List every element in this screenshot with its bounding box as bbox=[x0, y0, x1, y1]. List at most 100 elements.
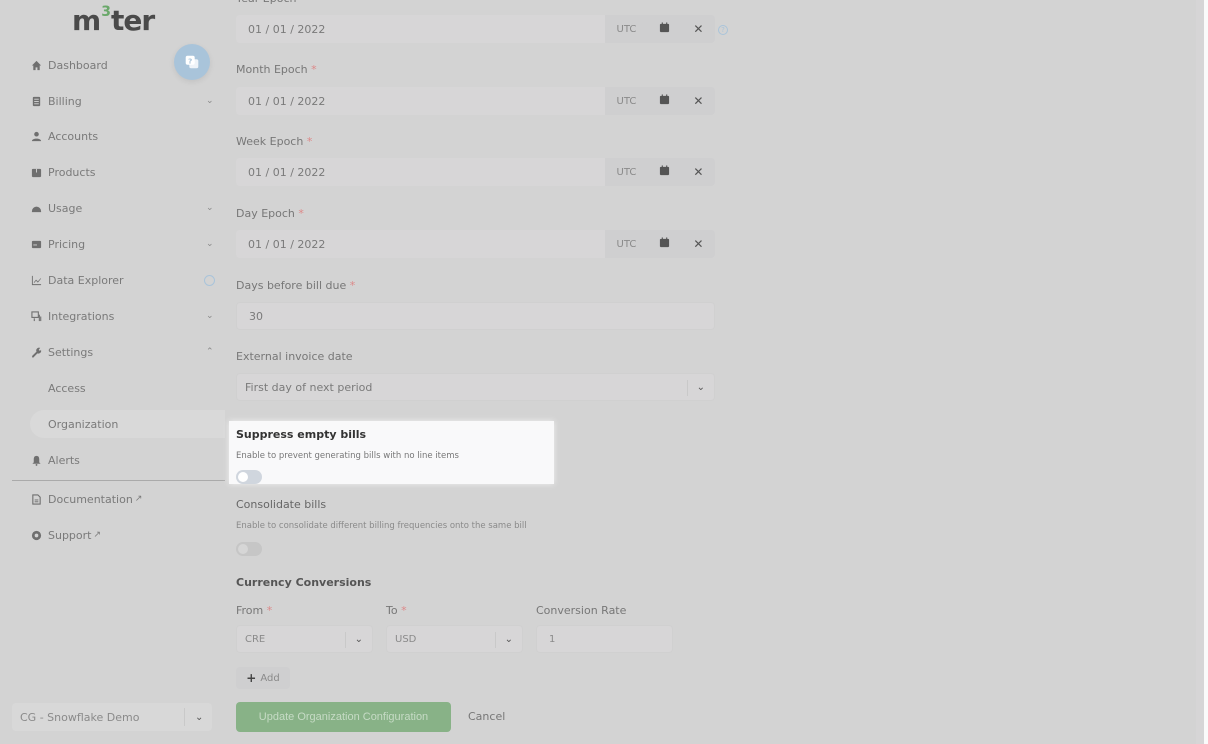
organization-select[interactable]: CG - Snowflake Demo ⌄ bbox=[12, 703, 212, 731]
week-epoch-value[interactable]: 01 / 01 / 2022 bbox=[236, 166, 605, 179]
sidebar-item-documentation[interactable]: Documentation ↗ bbox=[30, 487, 220, 511]
from-currency-select[interactable]: CRE ⌄ bbox=[236, 625, 373, 653]
logo-text-sup: 3 bbox=[101, 3, 111, 20]
sidebar-item-data-explorer[interactable]: Data Explorer bbox=[30, 268, 220, 292]
sidebar-item-products[interactable]: Products bbox=[30, 160, 220, 184]
add-label: Add bbox=[260, 672, 280, 684]
sidebar-item-label: Settings bbox=[48, 345, 94, 359]
calendar-icon[interactable] bbox=[659, 237, 670, 251]
sidebar-item-integrations[interactable]: Integrations ⌄ bbox=[30, 304, 220, 328]
external-invoice-date-select[interactable]: First day of next period ⌄ bbox=[236, 373, 715, 401]
sidebar-item-dashboard[interactable]: Dashboard bbox=[30, 53, 220, 77]
chevron-down-icon[interactable]: ⌄ bbox=[206, 311, 214, 321]
sidebar-item-label: Documentation bbox=[48, 492, 133, 506]
calendar-icon[interactable] bbox=[659, 22, 670, 36]
sidebar-item-billing[interactable]: Billing ⌄ bbox=[30, 89, 220, 113]
to-currency-select[interactable]: USD ⌄ bbox=[386, 625, 523, 653]
date-addon: UTC ✕ bbox=[605, 158, 715, 186]
conversion-rate-label: Conversion Rate bbox=[536, 604, 627, 617]
sidebar-item-settings[interactable]: Settings ⌃ bbox=[30, 340, 220, 364]
consolidate-bills-description: Enable to consolidate different billing … bbox=[236, 521, 527, 531]
cancel-button[interactable]: Cancel bbox=[468, 710, 505, 723]
from-currency-value: CRE bbox=[245, 633, 266, 645]
days-before-due-input[interactable]: 30 bbox=[236, 302, 715, 330]
chevron-down-icon[interactable]: ⌄ bbox=[206, 203, 214, 213]
timezone-label: UTC bbox=[616, 166, 637, 178]
required-mark: * bbox=[401, 604, 407, 617]
sidebar-item-accounts[interactable]: Accounts bbox=[30, 124, 220, 148]
sidebar-item-label: Billing bbox=[48, 94, 82, 108]
suppress-empty-bills-toggle[interactable] bbox=[236, 470, 262, 484]
chevron-up-icon[interactable]: ⌃ bbox=[206, 347, 214, 357]
clear-icon[interactable]: ✕ bbox=[693, 165, 703, 179]
sidebar-item-label: Integrations bbox=[48, 309, 115, 323]
organization-select-value: CG - Snowflake Demo bbox=[20, 710, 140, 724]
sidebar-item-label: Products bbox=[48, 165, 96, 179]
external-invoice-date-label: External invoice date bbox=[236, 350, 353, 363]
currency-conversions-title: Currency Conversions bbox=[236, 576, 372, 589]
year-epoch-label: Year Epoch bbox=[236, 0, 296, 5]
suppress-empty-bills-label: Suppress empty bills bbox=[236, 428, 367, 441]
sidebar-item-label: Usage bbox=[48, 201, 83, 215]
help-icon[interactable]: ? bbox=[718, 25, 728, 35]
month-epoch-value[interactable]: 01 / 01 / 2022 bbox=[236, 95, 605, 108]
calendar-icon[interactable] bbox=[659, 94, 670, 108]
sidebar-subitem-organization[interactable]: Organization bbox=[48, 418, 118, 431]
external-link-icon: ↗ bbox=[93, 530, 102, 540]
plus-icon: + bbox=[246, 671, 257, 685]
chevron-down-icon[interactable]: ⌄ bbox=[206, 96, 214, 106]
sidebar-subitem-access[interactable]: Access bbox=[48, 382, 86, 395]
to-currency-value: USD bbox=[395, 633, 417, 645]
day-epoch-label: Day Epoch * bbox=[236, 207, 304, 220]
required-mark: * bbox=[306, 135, 313, 148]
calendar-icon[interactable] bbox=[659, 165, 670, 179]
update-organization-configuration-button[interactable]: Update Organization Configuration bbox=[236, 702, 451, 732]
week-epoch-label: Week Epoch * bbox=[236, 135, 312, 148]
to-label: To * bbox=[386, 604, 407, 617]
consolidate-bills-toggle[interactable] bbox=[236, 542, 262, 556]
user-icon bbox=[30, 130, 42, 142]
sidebar-item-label: Alerts bbox=[48, 453, 80, 467]
days-before-due-label: Days before bill due * bbox=[236, 279, 355, 292]
m3ter-logo[interactable]: m3ter bbox=[72, 3, 155, 37]
logo-text-pre: m bbox=[72, 4, 101, 37]
chevron-down-icon: ⌄ bbox=[195, 711, 204, 723]
info-icon[interactable] bbox=[204, 274, 215, 286]
sidebar-item-alerts[interactable]: Alerts bbox=[30, 448, 220, 472]
month-epoch-field[interactable]: 01 / 01 / 2022 UTC ✕ bbox=[236, 87, 715, 115]
logo-text-post: ter bbox=[110, 4, 155, 37]
day-epoch-value[interactable]: 01 / 01 / 2022 bbox=[236, 238, 605, 251]
chevron-down-icon: ⌄ bbox=[504, 633, 513, 645]
sidebar-item-support[interactable]: Support ↗ bbox=[30, 523, 220, 547]
scrollbar-track[interactable] bbox=[1196, 0, 1204, 744]
clear-icon[interactable]: ✕ bbox=[693, 94, 703, 108]
clear-icon[interactable]: ✕ bbox=[693, 22, 703, 36]
window-edge bbox=[1204, 0, 1208, 744]
suppress-empty-bills-description: Enable to prevent generating bills with … bbox=[236, 451, 459, 461]
week-epoch-label-text: Week Epoch bbox=[236, 135, 304, 148]
conversion-rate-value: 1 bbox=[549, 633, 556, 645]
year-epoch-field[interactable]: 01 / 01 / 2022 UTC ✕ bbox=[236, 15, 715, 43]
sidebar-item-label: Data Explorer bbox=[48, 273, 124, 287]
from-label-text: From bbox=[236, 604, 264, 617]
chevron-down-icon[interactable]: ⌄ bbox=[206, 239, 214, 249]
gauge-icon bbox=[30, 202, 42, 214]
clear-icon[interactable]: ✕ bbox=[693, 237, 703, 251]
conversion-rate-input[interactable]: 1 bbox=[536, 625, 673, 653]
required-mark: * bbox=[349, 279, 356, 292]
date-addon: UTC ✕ bbox=[605, 230, 715, 258]
select-separator bbox=[687, 380, 688, 396]
date-addon: UTC ✕ bbox=[605, 15, 715, 43]
sidebar-item-label: Support bbox=[48, 528, 92, 542]
required-mark: * bbox=[298, 207, 304, 220]
sidebar-item-usage[interactable]: Usage ⌄ bbox=[30, 196, 220, 220]
date-addon: UTC ✕ bbox=[605, 87, 715, 115]
select-separator bbox=[495, 632, 496, 648]
add-conversion-button[interactable]: + Add bbox=[236, 667, 290, 689]
day-epoch-field[interactable]: 01 / 01 / 2022 UTC ✕ bbox=[236, 230, 715, 258]
year-epoch-value[interactable]: 01 / 01 / 2022 bbox=[236, 23, 605, 36]
week-epoch-field[interactable]: 01 / 01 / 2022 UTC ✕ bbox=[236, 158, 715, 186]
sidebar-item-pricing[interactable]: Pricing ⌄ bbox=[30, 232, 220, 256]
chart-icon bbox=[30, 274, 42, 286]
box-icon bbox=[30, 166, 42, 178]
